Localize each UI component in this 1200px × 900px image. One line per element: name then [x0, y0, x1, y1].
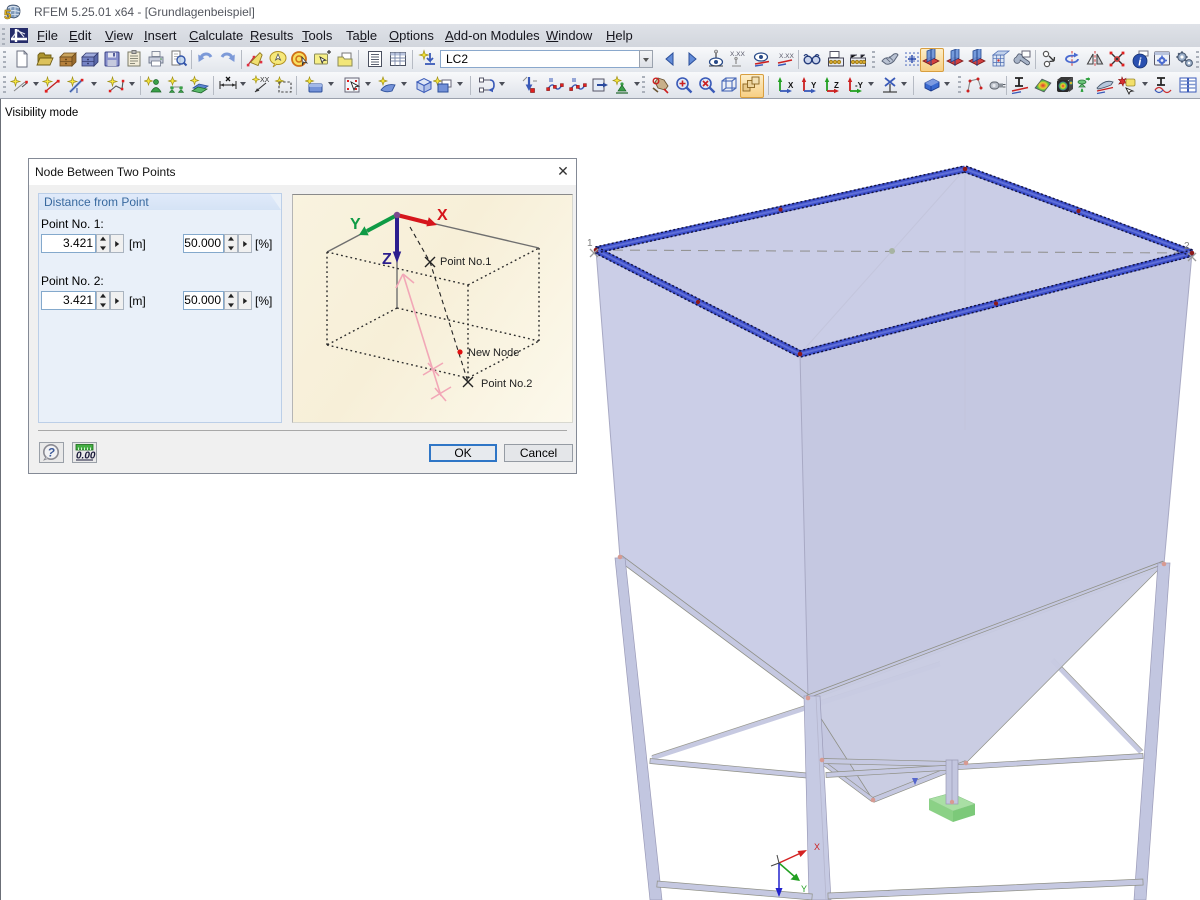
svg-text:Point No.2: Point No.2	[481, 378, 532, 390]
svg-text:5: 5	[4, 7, 11, 22]
svg-text:Z: Z	[382, 251, 392, 268]
svg-text:Point No.1: Point No.1	[440, 256, 491, 268]
svg-text:X: X	[437, 207, 448, 224]
svg-text:Y: Y	[350, 216, 361, 233]
svg-text:New Node: New Node	[468, 347, 519, 359]
svg-text:?: ?	[48, 446, 56, 460]
